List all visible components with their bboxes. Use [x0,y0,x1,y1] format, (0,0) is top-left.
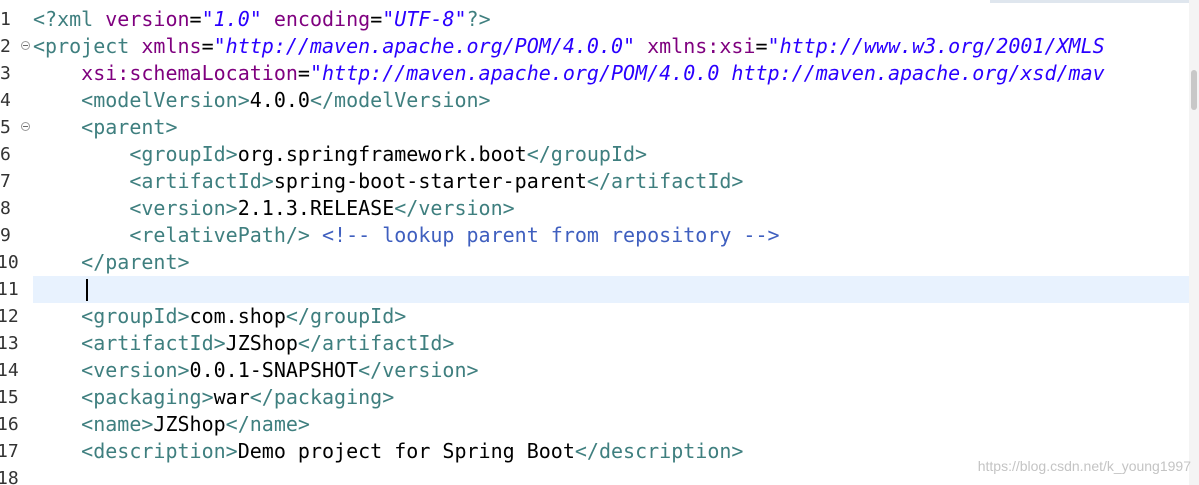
code-line-17: <description>Demo project for Spring Boo… [81,439,744,463]
code-line-14: <version>0.0.1-SNAPSHOT</version> [81,358,479,382]
code-text-area[interactable]: <?xml version="1.0" encoding="UTF-8"?> <… [33,0,1189,485]
code-line-16: <name>JZShop</name> [81,412,310,436]
code-line-6: <groupId>org.springframework.boot</group… [129,142,648,166]
code-line-3: xsi:schemaLocation="http://maven.apache.… [81,61,1105,85]
line-number: 16 [0,414,19,435]
line-number-gutter: 1 2 3 4 5 6 7 8 9 10 11 12 13 14 15 16 1… [0,0,33,485]
code-line-7: <artifactId>spring-boot-starter-parent</… [129,169,744,193]
text-cursor [86,279,88,301]
line-number: 9 [0,225,11,246]
line-number: 14 [0,360,19,381]
line-number: 6 [0,144,11,165]
watermark-text: https://blog.csdn.net/k_young1997 [977,458,1191,474]
line-number: 12 [0,306,19,327]
code-line-15: <packaging>war</packaging> [81,385,395,409]
vertical-scrollbar[interactable] [1189,0,1199,485]
fold-collapse-icon[interactable] [21,122,30,131]
scrollbar-thumb[interactable] [1191,70,1197,110]
code-line-10: </parent> [81,250,190,274]
line-number: 11 [0,279,19,300]
line-number: 3 [0,63,11,84]
code-line-2: <project xmlns="http://maven.apache.org/… [33,34,1105,58]
line-number: 13 [0,333,19,354]
line-number: 8 [0,198,11,219]
line-number: 4 [0,90,11,111]
line-number: 5 [0,114,33,141]
line-number: 15 [0,387,19,408]
code-line-12: <groupId>com.shop</groupId> [81,304,407,328]
line-number: 17 [0,441,19,462]
code-line-8: <version>2.1.3.RELEASE</version> [129,196,515,220]
code-line-1: <?xml version="1.0" encoding="UTF-8"?> [33,7,491,31]
fold-collapse-icon[interactable] [21,41,30,50]
line-number: 7 [0,171,11,192]
line-number: 1 [0,9,11,30]
line-number: 18 [0,468,19,485]
xml-editor[interactable]: 1 2 3 4 5 6 7 8 9 10 11 12 13 14 15 16 1… [0,0,1199,485]
code-line-9: <relativePath/> <!-- lookup parent from … [129,223,780,247]
code-line-13: <artifactId>JZShop</artifactId> [81,331,455,355]
code-line-4: <modelVersion>4.0.0</modelVersion> [81,88,491,112]
code-line-5: <parent> [81,115,178,139]
line-number: 10 [0,252,19,273]
line-number: 2 [0,33,33,60]
